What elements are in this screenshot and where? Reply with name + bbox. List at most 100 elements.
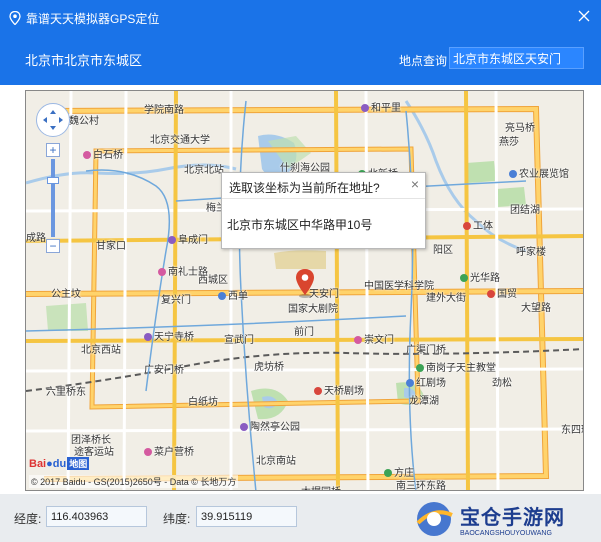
map-place-text: 北京南站 [256,456,296,467]
map-place-label[interactable]: 龙潭湖 [409,392,439,407]
map-place-label[interactable]: 陶然亭公园 [240,418,300,433]
map-place-label[interactable]: 复兴门 [161,291,191,306]
map-place-label[interactable]: 西单 [218,287,248,302]
map-place-label[interactable]: 国家大剧院 [288,300,338,315]
map-place-text: 西城区 [198,275,228,286]
map-place-label[interactable]: 崇文门 [354,331,394,346]
map-place-label[interactable]: 和平里 [361,99,401,114]
map-place-label[interactable]: 西城区 [198,271,228,286]
watermark-logo-icon [416,502,453,536]
popup-address[interactable]: 北京市东城区中华路甲10号 [227,216,372,233]
longitude-input[interactable] [46,506,147,527]
map-place-label[interactable]: 天宁寺桥 [144,328,194,343]
map-place-label[interactable]: 甘家口 [96,237,126,252]
map-place-label[interactable]: 木樨园桥 [301,483,341,490]
baidu-paw-icon: ● [46,457,53,470]
map-place-text: 国家大剧院 [288,304,338,315]
popup-close-button[interactable]: × [411,176,419,192]
map-place-label[interactable]: 国贸 [487,285,517,300]
watermark-subtitle: BAOCANGSHOUYOUWANG [460,530,552,537]
map-place-label[interactable]: 宣武门 [224,331,254,346]
map-place-label[interactable]: 红剧场 [406,374,446,389]
map-place-text: 东四环南路 [561,425,583,436]
map-place-label[interactable]: 南岗子天主教堂 [416,359,496,374]
poi-icon [487,290,495,298]
map-place-label[interactable]: 前门 [294,323,314,338]
map-place-label[interactable]: 北京南站 [256,452,296,467]
window-title: 靠谱天天模拟器GPS定位 [26,11,160,26]
map-place-text: 宣武门 [224,335,254,346]
map-place-label[interactable]: 天桥剧场 [314,382,364,397]
zoom-out-button[interactable]: − [46,239,60,253]
map-place-text: 虎坊桥 [254,362,284,373]
map-place-text: 北京西站 [81,345,121,356]
map-place-label[interactable]: 阳区 [433,241,453,256]
map-place-label[interactable]: 大望路 [521,299,551,314]
map-place-text: 南三环东路 [396,481,446,491]
map-place-label[interactable]: 菜户营桥 [144,443,194,458]
latitude-input[interactable] [196,506,297,527]
map-place-label[interactable]: 白石桥 [83,146,123,161]
close-button[interactable] [575,7,593,25]
map-place-label[interactable]: 劲松 [492,374,512,389]
map-place-text: 广渠门桥 [406,345,446,356]
popup-divider [222,198,425,199]
close-icon [578,10,590,22]
map-place-label[interactable]: 燕莎 [499,133,519,148]
map-place-text: 燕莎 [499,137,519,148]
map-place-label[interactable]: 成路 [26,229,46,244]
map-place-text: 六里桥东 [46,387,86,398]
poi-icon [158,268,166,276]
map-place-label[interactable]: 六里桥东 [46,383,86,398]
map-place-label[interactable]: 白纸坊 [188,393,218,408]
map-place-text: 西单 [228,291,248,302]
map-place-text: 白纸坊 [188,397,218,408]
location-search-input[interactable] [449,47,584,69]
map-place-label[interactable]: 农业展览馆 [509,165,569,180]
map-place-text: 公主坟 [51,289,81,300]
current-city-label: 北京市北京市东城区 [25,53,143,68]
map-place-text: 工体 [473,221,493,232]
map-place-label[interactable]: 公主坟 [51,285,81,300]
poi-icon [144,333,152,341]
map-place-label[interactable]: 魏公村 [69,112,99,127]
map-place-label[interactable]: 北京交通大学 [150,131,210,146]
confirm-location-popup[interactable]: 选取该坐标为当前所在地址? × 北京市东城区中华路甲10号 [221,172,426,249]
map-place-text: 菜户营桥 [154,447,194,458]
window-title-row: 靠谱天天模拟器GPS定位 [9,9,159,27]
location-marker-icon[interactable] [294,268,316,298]
map-place-label[interactable]: 建外大街 [426,289,466,304]
map-place-label[interactable]: 呼家楼 [516,243,546,258]
longitude-label: 经度: [14,512,42,526]
map-place-label[interactable]: 广安门桥 [144,361,184,376]
map-place-text: 红剧场 [416,378,446,389]
map-place-label[interactable]: 学院南路 [144,101,184,116]
map-place-label[interactable]: 团结湖 [510,201,540,216]
zoom-slider-handle[interactable] [47,177,59,184]
map-pan-control[interactable] [36,103,70,137]
map-place-text: 魏公村 [69,116,99,127]
poi-icon [460,274,468,282]
map-view[interactable]: 学院南路和平里魏公村北京交通大学白石桥北京北站什刹海公园北新桥亮马桥燕莎农业展览… [25,90,584,491]
map-place-label[interactable]: 中国医学科学院 [364,277,434,292]
map-place-text: 甘家口 [96,241,126,252]
map-place-label[interactable]: 虎坊桥 [254,358,284,373]
poi-icon [463,222,471,230]
map-place-label[interactable]: 亮马桥 [505,119,535,134]
map-place-label[interactable]: 工体 [463,217,493,232]
location-pin-icon [9,10,21,26]
map-place-text: 北京交通大学 [150,135,210,146]
map-place-label[interactable]: 广渠门桥 [406,341,446,356]
map-place-label[interactable]: 北京北站 [184,161,224,176]
map-place-label[interactable]: 光华路 [460,269,500,284]
map-place-label[interactable]: 东四环南路 [561,421,583,436]
map-place-label[interactable]: 阜成门 [168,231,208,246]
map-place-text: 和平里 [371,103,401,114]
zoom-slider-track[interactable] [51,159,55,237]
map-place-text: 阜成门 [178,235,208,246]
map-place-text: 光华路 [470,273,500,284]
map-place-label[interactable]: 南三环东路 [396,477,446,491]
zoom-in-button[interactable]: + [46,143,60,157]
map-place-label[interactable]: 北京西站 [81,341,121,356]
poi-icon [354,336,362,344]
